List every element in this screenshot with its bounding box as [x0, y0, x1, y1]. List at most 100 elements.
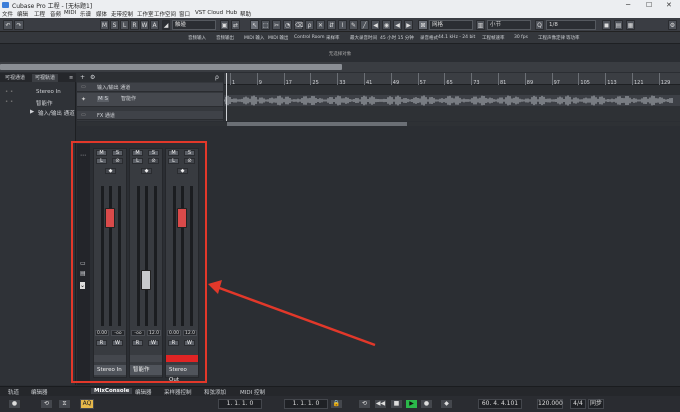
menu-edit[interactable]: 编辑 — [17, 10, 28, 18]
color-tool-icon[interactable]: ◉ — [382, 20, 391, 30]
visibility-dot-icon[interactable]: • • — [5, 89, 13, 95]
playhead[interactable] — [226, 73, 227, 121]
write-state-button[interactable]: W — [140, 20, 149, 30]
info-audio-in[interactable]: 音频输入 — [188, 35, 206, 41]
glue-tool-icon[interactable]: ◔ — [283, 20, 292, 30]
info-midi-out[interactable]: MIDI 输出 — [268, 35, 288, 41]
stop-icon[interactable]: ■ — [390, 399, 403, 409]
scroll-thumb[interactable] — [227, 122, 407, 126]
menu-window[interactable]: 窗口 — [179, 10, 190, 18]
info-frame-rate[interactable]: 30 fps — [514, 35, 528, 40]
tab-midi-remote[interactable]: MIDI 控制 — [240, 388, 265, 396]
menu-hub[interactable]: Hub — [226, 10, 237, 16]
automation-mode-icon[interactable]: ◢ — [162, 20, 170, 30]
metronome-icon[interactable]: ⧖ — [58, 399, 71, 409]
play-tool-icon[interactable]: ◀ — [371, 20, 380, 30]
range-tool-icon[interactable]: ⬚ — [261, 20, 270, 30]
draw-tool-icon[interactable]: ✎ — [349, 20, 358, 30]
listen-state-button[interactable]: L — [120, 20, 129, 30]
tab-sampler-control[interactable]: 采样器控制 — [164, 388, 192, 396]
menu-midi[interactable]: MIDI — [64, 10, 76, 16]
solo-state-button[interactable]: S — [110, 20, 119, 30]
info-audio-out[interactable]: 音频输出 — [216, 35, 234, 41]
automation-mode-select[interactable]: 触碰 — [172, 20, 216, 30]
marker-icon[interactable]: ◆ — [440, 399, 453, 409]
menu-help[interactable]: 帮助 — [240, 10, 251, 18]
menu-score[interactable]: 乐谱 — [80, 10, 91, 18]
go-to-start-icon[interactable]: ⟲ — [358, 399, 371, 409]
undo-button[interactable]: ↶ — [3, 20, 13, 30]
info-record-format[interactable]: 44.1 kHz - 24 bit — [438, 35, 475, 40]
track-settings-icon[interactable]: ⚙ — [90, 74, 95, 81]
comp-tool-icon[interactable]: ⇵ — [327, 20, 336, 30]
track-lane[interactable] — [223, 95, 680, 106]
timeline-scrollbar[interactable] — [77, 122, 680, 126]
menu-file[interactable]: 文件 — [2, 10, 13, 18]
transport-menu-icon[interactable]: ● — [8, 399, 21, 409]
color-menu-icon[interactable]: ◼ — [602, 20, 611, 30]
play-icon[interactable]: ▶ — [405, 399, 418, 409]
mute-state-button[interactable]: M — [100, 20, 109, 30]
settings-icon[interactable]: ⚙ — [668, 20, 677, 30]
left-zone-menu-icon[interactable]: ≡ — [66, 74, 76, 82]
tab-visible-tracks[interactable]: 可视轨道 — [32, 74, 59, 82]
track-mute-solo[interactable]: M S — [97, 96, 109, 102]
tab-editor-2[interactable]: 编辑器 — [135, 388, 152, 396]
menu-studio[interactable]: 工作室 — [137, 10, 154, 18]
split-tool-icon[interactable]: ✂ — [272, 20, 281, 30]
menu-media[interactable]: 媒体 — [96, 10, 107, 18]
minimize-button[interactable]: ─ — [626, 1, 630, 9]
automation-state-button[interactable]: A — [150, 20, 159, 30]
transport-toggle-icon[interactable]: ▣ — [220, 20, 229, 30]
ruler[interactable]: 1 9 17 25 33 41 49 57 65 73 81 89 97 105 113 121 129 — [224, 73, 680, 86]
menu-project[interactable]: 工程 — [34, 10, 45, 18]
info-sample-rate[interactable]: 采样率 — [326, 35, 340, 41]
constrain-icon[interactable]: ⇄ — [231, 20, 240, 30]
rewind-icon[interactable]: ◀◀ — [374, 399, 387, 409]
visibility-dot-icon[interactable]: • • — [5, 99, 13, 105]
tree-item-stereo-in[interactable]: Stereo In — [36, 89, 61, 95]
track-row[interactable]: ▭ FX 通道 — [77, 111, 223, 120]
info-control-room[interactable]: Control Room — [294, 35, 325, 40]
quantize-icon[interactable]: Q — [535, 20, 544, 30]
tab-mixconsole[interactable]: MixConsole — [91, 388, 133, 394]
right-locator[interactable]: 1. 1. 1. 0 — [284, 399, 328, 409]
info-record-format-label[interactable]: 录音格式 — [420, 35, 438, 41]
sync-button[interactable]: 同步 — [588, 399, 604, 409]
snap-icon[interactable]: ⊠ — [418, 20, 428, 30]
menu-vstcloud[interactable]: VST Cloud — [195, 10, 223, 16]
grid-type-select[interactable]: 网格 — [429, 20, 473, 30]
info-record-time[interactable]: 45 小时 15 分钟 — [380, 35, 414, 41]
overview-thumb[interactable] — [0, 64, 342, 70]
maximize-button[interactable]: ☐ — [646, 1, 652, 9]
tab-chord-pads[interactable]: 和弦添加 — [204, 388, 226, 396]
info-pan-law[interactable]: 等功率 — [566, 35, 580, 41]
track-row[interactable]: ▭ 输入/输出 通道 — [77, 83, 223, 92]
left-locator[interactable]: 1. 1. 1. 0 — [218, 399, 262, 409]
primary-time-display[interactable]: 60. 4. 4.101 — [478, 399, 522, 409]
time-warp-icon[interactable]: ⌇ — [338, 20, 347, 30]
layout-icon[interactable]: ▤ — [614, 20, 623, 30]
add-track-icon[interactable]: + — [80, 74, 85, 81]
line-tool-icon[interactable]: ╱ — [360, 20, 369, 30]
quantize-value-select[interactable]: 1/8 — [546, 20, 596, 30]
track-name[interactable]: 输入/输出 通道 — [97, 84, 130, 91]
menu-workspaces[interactable]: 工作空间 — [154, 10, 176, 18]
menu-transport[interactable]: 走带控制 — [111, 10, 133, 18]
track-name[interactable]: 智能作 — [121, 95, 136, 102]
punch-button[interactable]: AQ — [80, 399, 94, 409]
tab-visible-channels[interactable]: 可视通道 — [2, 74, 28, 82]
grid-layout-icon[interactable]: ▦ — [626, 20, 635, 30]
tab-tracks[interactable]: 轨道 — [8, 388, 19, 396]
nudge-right-icon[interactable]: ▶ — [404, 20, 413, 30]
info-midi-in[interactable]: MIDI 输入 — [244, 35, 264, 41]
tree-item-io-channels[interactable]: 输入/输出 通道 — [38, 109, 75, 117]
grid-value-select[interactable]: 小节 — [487, 20, 531, 30]
time-signature[interactable]: 4/4 — [570, 399, 586, 409]
tree-expand-icon[interactable]: ▶ — [30, 109, 34, 115]
track-search-icon[interactable]: ρ — [215, 74, 219, 81]
record-icon[interactable]: ● — [420, 399, 433, 409]
mute-tool-icon[interactable]: ✕ — [316, 20, 325, 30]
info-frame-rate-label[interactable]: 工程帧速率 — [482, 35, 505, 41]
nudge-left-icon[interactable]: ◀ — [393, 20, 402, 30]
